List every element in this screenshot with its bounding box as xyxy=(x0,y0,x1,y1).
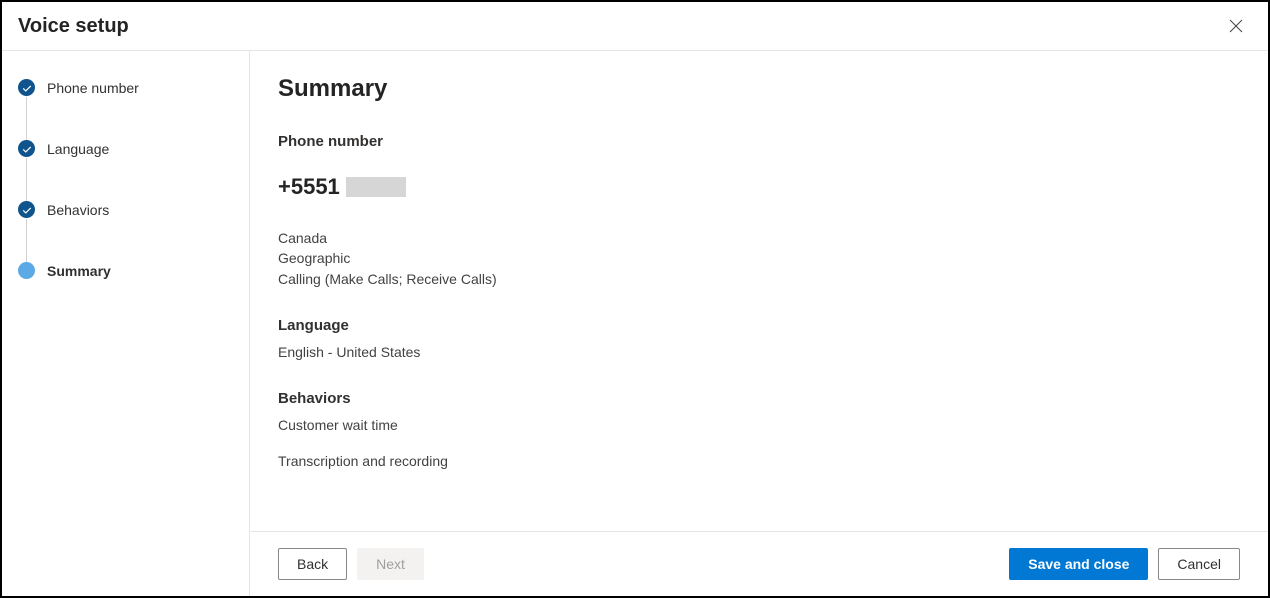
phone-section-heading: Phone number xyxy=(278,133,1240,150)
language-value: English - United States xyxy=(278,342,1240,362)
footer-right: Save and close Cancel xyxy=(1009,548,1240,580)
back-button[interactable]: Back xyxy=(278,548,347,580)
close-button[interactable] xyxy=(1224,14,1248,38)
step-language[interactable]: Language xyxy=(18,140,233,201)
dialog-title: Voice setup xyxy=(18,15,129,38)
footer: Back Next Save and close Cancel xyxy=(250,531,1268,596)
behaviors-section-heading: Behaviors xyxy=(278,390,1240,407)
next-button: Next xyxy=(357,548,424,580)
phone-number-row: +5551 xyxy=(278,174,1240,200)
behavior-item: Customer wait time xyxy=(278,415,1240,435)
step-connector xyxy=(26,97,27,142)
step-connector xyxy=(26,158,27,203)
check-icon xyxy=(22,144,32,154)
check-icon xyxy=(22,205,32,215)
phone-number-value: +5551 xyxy=(278,174,340,200)
cancel-button[interactable]: Cancel xyxy=(1158,548,1240,580)
save-and-close-button[interactable]: Save and close xyxy=(1009,548,1148,580)
dialog-header: Voice setup xyxy=(2,2,1268,51)
dialog-body: Phone number Language Behaviors Summary … xyxy=(2,51,1268,596)
close-icon xyxy=(1228,18,1244,34)
language-section-heading: Language xyxy=(278,317,1240,334)
step-indicator-completed xyxy=(18,201,35,218)
main-panel: Summary Phone number +5551 Canada Geogra… xyxy=(250,51,1268,596)
phone-country: Canada xyxy=(278,228,1240,248)
step-label: Language xyxy=(47,141,109,157)
phone-capabilities: Calling (Make Calls; Receive Calls) xyxy=(278,269,1240,289)
footer-left: Back Next xyxy=(278,548,424,580)
step-label: Behaviors xyxy=(47,202,109,218)
phone-type: Geographic xyxy=(278,248,1240,268)
wizard-steps: Phone number Language Behaviors Summary xyxy=(2,51,250,596)
content-area: Summary Phone number +5551 Canada Geogra… xyxy=(250,51,1268,531)
step-phone-number[interactable]: Phone number xyxy=(18,79,233,140)
step-indicator-completed xyxy=(18,79,35,96)
step-connector xyxy=(26,219,27,264)
step-label: Summary xyxy=(47,263,111,279)
check-icon xyxy=(22,83,32,93)
step-behaviors[interactable]: Behaviors xyxy=(18,201,233,262)
behavior-item: Transcription and recording xyxy=(278,451,1240,471)
step-summary[interactable]: Summary xyxy=(18,262,233,279)
page-title: Summary xyxy=(278,75,1240,103)
step-label: Phone number xyxy=(47,80,139,96)
step-indicator-completed xyxy=(18,140,35,157)
phone-number-redacted xyxy=(346,177,406,197)
step-indicator-current xyxy=(18,262,35,279)
